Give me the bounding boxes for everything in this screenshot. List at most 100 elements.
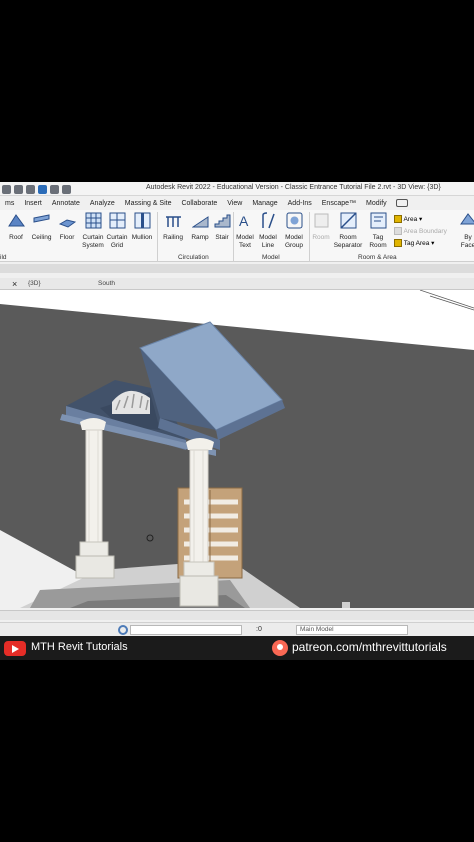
window-title: Autodesk Revit 2022 - Educational Versio… (146, 184, 441, 191)
model-text-label: Model Text (236, 234, 254, 249)
model-text-button[interactable]: A Model Text (235, 212, 255, 250)
by-face-button[interactable]: By Face (458, 212, 474, 250)
stair-button[interactable]: Stair (212, 212, 232, 242)
model-group-button[interactable]: Model Group (282, 212, 306, 250)
quick-access-toolbar (2, 183, 71, 195)
area-boundary-label: Area Boundary (403, 228, 447, 235)
area-boundary-button[interactable]: Area Boundary (394, 226, 447, 238)
portico-model-render (0, 290, 474, 608)
ceiling-icon (33, 214, 50, 223)
worksharing-icon[interactable] (118, 625, 128, 635)
channel-banner: MTH Revit Tutorials patreon.com/mthrevit… (0, 636, 474, 660)
roof-icon (7, 214, 25, 227)
ribbon-toggle-icon[interactable] (395, 199, 408, 207)
tag-room-button[interactable]: Tag Room (367, 212, 389, 250)
measure-icon[interactable] (50, 184, 59, 194)
svg-text:A: A (239, 213, 249, 229)
patreon-link[interactable]: patreon.com/mthrevittutorials (292, 640, 447, 654)
ribbon-group-labels: ild Circulation Model Room & Area (0, 254, 474, 264)
channel-name: MTH Revit Tutorials (31, 641, 128, 653)
room-label: Room (312, 234, 330, 241)
ramp-button[interactable]: Ramp (188, 212, 212, 242)
by-face-label: By Face (460, 234, 474, 249)
tag-area-button[interactable]: Tag Area ▾ (394, 238, 447, 250)
curtain-grid-label: Curtain Grid (106, 234, 128, 249)
curtain-system-icon (85, 212, 101, 229)
status-bar: :0 Main Model (0, 622, 474, 636)
save-icon[interactable] (14, 184, 23, 194)
scale-value: :0 (256, 626, 262, 633)
tab-enscape[interactable]: Enscape™ (317, 200, 361, 207)
floor-label: Floor (59, 234, 75, 241)
tag-room-icon (370, 212, 386, 229)
youtube-icon (4, 641, 26, 656)
tab-insert[interactable]: Insert (19, 200, 47, 207)
mullion-button[interactable]: Mullion (129, 212, 155, 242)
tab-annotate[interactable]: Annotate (47, 200, 85, 207)
model-line-icon (261, 212, 275, 229)
railing-icon (165, 216, 181, 227)
area-boundary-icon (394, 227, 402, 236)
workset-dropdown[interactable] (130, 625, 242, 635)
ramp-label: Ramp (191, 234, 209, 241)
dropdown-icon[interactable] (62, 184, 71, 194)
ribbon-tabs: ms Insert Annotate Analyze Massing & Sit… (0, 197, 474, 209)
group-room-area-label: Room & Area (358, 254, 397, 261)
model-group-label: Model Group (284, 234, 304, 249)
tab-collaborate[interactable]: Collaborate (176, 200, 222, 207)
tab-architecture[interactable]: ms (0, 200, 19, 207)
ramp-icon (190, 216, 208, 228)
options-bar (0, 264, 474, 273)
room-separator-button[interactable]: Room Separator (333, 212, 363, 250)
room-button[interactable]: Room (311, 212, 331, 242)
model-text-icon: A (239, 213, 249, 229)
group-build-label: ild (0, 254, 7, 261)
title-bar: Autodesk Revit 2022 - Educational Versio… (0, 182, 474, 196)
design-option-dropdown[interactable]: Main Model (296, 625, 408, 635)
tab-south-view[interactable]: South (98, 280, 115, 287)
patreon-icon (272, 640, 288, 656)
undo-icon[interactable] (26, 184, 35, 194)
area-label: Area (403, 216, 418, 223)
model-line-button[interactable]: Model Line (257, 212, 279, 250)
floor-button[interactable]: Floor (55, 212, 79, 242)
view-tabs: × {3D} South (0, 278, 474, 290)
thin-lines-icon[interactable] (38, 184, 47, 194)
tab-massing-site[interactable]: Massing & Site (120, 200, 177, 207)
close-view-icon[interactable]: × (12, 279, 17, 289)
curtain-grid-button[interactable]: Curtain Grid (106, 212, 128, 250)
roof-label: Roof (9, 234, 23, 241)
area-icon (394, 215, 402, 224)
area-button[interactable]: Area ▾ (394, 214, 447, 226)
view-control-bar (0, 610, 474, 620)
curtain-grid-icon (109, 212, 125, 229)
ceiling-label: Ceiling (31, 234, 52, 241)
model-group-icon (286, 212, 302, 229)
by-face-icon (459, 213, 474, 225)
area-tools: Area ▾ Area Boundary Tag Area ▾ (394, 214, 447, 250)
model-line-label: Model Line (259, 234, 277, 249)
roof-button[interactable]: Roof (4, 212, 28, 242)
tab-3d-view[interactable]: {3D} (28, 280, 41, 287)
group-circulation-label: Circulation (178, 254, 209, 261)
revit-window: Autodesk Revit 2022 - Educational Versio… (0, 182, 474, 660)
floor-icon (58, 219, 76, 228)
stair-label: Stair (215, 234, 229, 241)
ceiling-button[interactable]: Ceiling (29, 212, 54, 242)
tab-modify[interactable]: Modify (361, 200, 392, 207)
tab-analyze[interactable]: Analyze (85, 200, 120, 207)
tab-add-ins[interactable]: Add-Ins (283, 200, 317, 207)
tag-room-label: Tag Room (369, 234, 387, 249)
curtain-system-label: Curtain System (82, 234, 104, 249)
room-separator-label: Room Separator (333, 234, 363, 249)
open-icon[interactable] (2, 184, 11, 194)
mullion-label: Mullion (131, 234, 153, 241)
curtain-system-button[interactable]: Curtain System (81, 212, 105, 250)
room-icon (314, 213, 328, 228)
tab-manage[interactable]: Manage (247, 200, 282, 207)
railing-button[interactable]: Railing (161, 212, 185, 242)
tag-area-label: Tag Area (403, 240, 430, 247)
tab-view[interactable]: View (222, 200, 247, 207)
room-separator-icon (339, 212, 357, 229)
3d-viewport[interactable] (0, 290, 474, 608)
